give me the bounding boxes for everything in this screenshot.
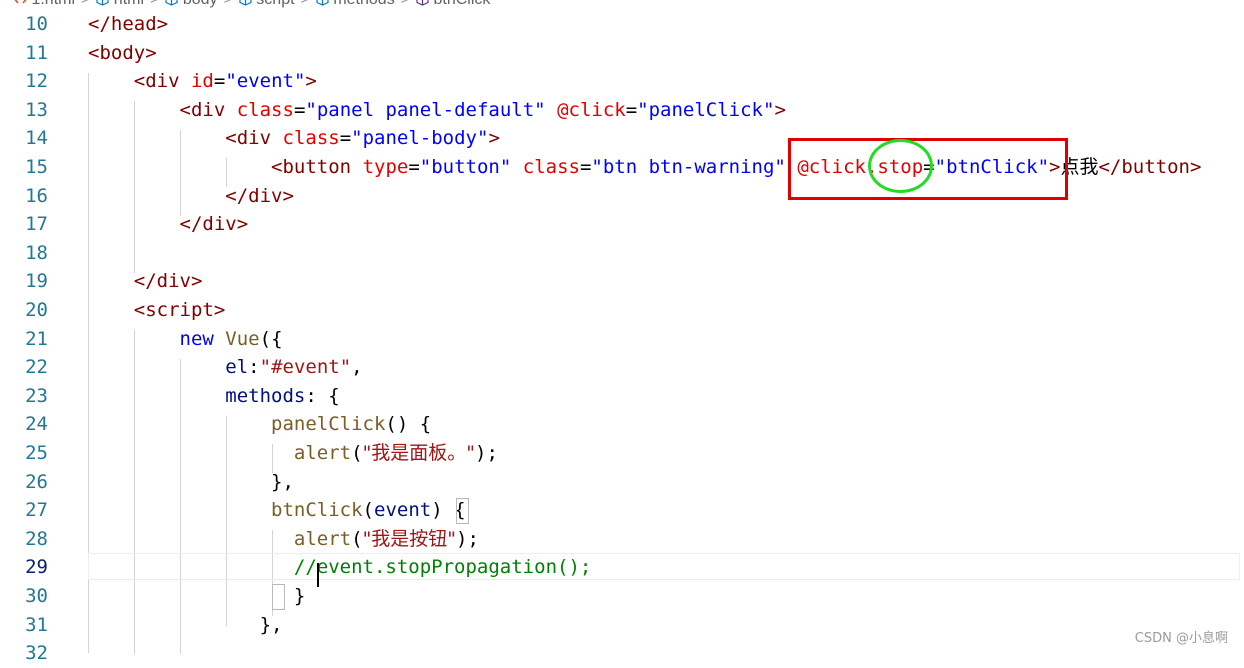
breadcrumb-label: body [178,0,218,8]
line-number: 17 [25,213,48,236]
code-line[interactable]: 21 new Vue({ [0,325,1244,354]
code-text: </head> [88,13,169,35]
code-line[interactable]: 26 }, [0,468,1244,497]
code-text: el:"#event", [225,356,363,379]
html-file-icon [14,0,27,6]
code-line[interactable]: 29 //event.stopPropagation(); [0,553,1244,582]
cube-icon [96,0,109,6]
code-line[interactable]: 11 <body> [0,39,1244,68]
code-line[interactable]: 27 btnClick(event) { [0,496,1244,525]
breadcrumb-label: btnClick [429,0,490,8]
breadcrumb-label: script [252,0,294,8]
line-number: 10 [25,13,48,35]
code-text: panelClick() { [271,413,432,436]
cube-icon [239,0,252,6]
text-cursor [317,563,319,587]
code-line[interactable]: 32 [0,639,1244,668]
code-line[interactable]: 12 <div id="event"> [0,67,1244,96]
line-number: 16 [25,184,48,207]
line-number: 21 [25,327,48,350]
code-line[interactable]: 10 </head> [0,10,1244,39]
method-icon [416,0,429,6]
line-number: 18 [25,241,48,264]
code-text: <body> [88,41,157,64]
breadcrumb-label: 1.html [27,0,75,8]
code-text: alert("我是按钮"); [293,527,479,550]
code-line[interactable]: 20 <script> [0,296,1244,325]
code-text: </div> [179,213,249,236]
breadcrumb-item[interactable]: 1.html [14,0,75,8]
breadcrumb-items: 1.html> html> body> script> methods> btn… [14,0,490,9]
code-text: }, [259,613,283,636]
code-text: alert("我是面板。"); [293,442,498,464]
code-text: new Vue({ [179,327,283,350]
highlight-circle [868,139,933,193]
code-text: }, [271,470,294,493]
breadcrumb-label: html [109,0,144,8]
cube-icon [165,0,178,6]
code-line[interactable]: 23 methods: { [0,382,1244,411]
line-number: 13 [25,98,48,121]
breadcrumb-item[interactable]: script [239,0,295,8]
code-line[interactable]: 17 </div> [0,210,1244,239]
line-number: 12 [25,70,48,93]
line-number: 26 [25,470,48,493]
code-text: //event.stopPropagation(); [293,556,592,579]
line-number: 11 [25,41,48,64]
line-number: 20 [25,299,48,321]
code-line[interactable]: 30 } [0,582,1244,611]
code-text: </div> [225,184,294,207]
chevron-right-icon: > [75,0,96,8]
code-text: <div id="event"> [133,70,317,93]
breadcrumb-item[interactable]: methods [316,0,395,8]
code-line[interactable]: 31 }, [0,611,1244,640]
line-number: 29 [25,556,48,579]
code-line[interactable]: 18 [0,239,1244,268]
watermark: CSDN @小息啊 [1134,631,1228,646]
line-number: 15 [25,156,48,178]
line-number: 30 [25,585,48,607]
breadcrumb-item[interactable]: body [165,0,218,8]
code-editor[interactable]: 10 </head> 11 <body> 12 <div id="event"> 13 <… [0,10,1244,664]
line-number: 31 [25,613,48,636]
code-line[interactable]: 25 alert("我是面板。"); [0,439,1244,468]
chevron-right-icon: > [144,0,165,8]
breadcrumb-item[interactable]: btnClick [416,0,490,8]
code-line[interactable]: 22 el:"#event", [0,353,1244,382]
line-number: 23 [25,384,48,407]
breadcrumb-item[interactable]: html [96,0,144,8]
chevron-right-icon: > [295,0,316,8]
line-number: 22 [25,356,48,379]
code-text: btnClick(event) { [271,499,466,522]
code-text: <div class="panel panel-default" @click=… [179,98,786,121]
code-text: <script> [133,299,226,321]
chevron-right-icon: > [218,0,239,8]
code-line[interactable]: 19 </div> [0,267,1244,296]
bracket-match-close [272,584,285,610]
line-number: 27 [25,499,48,522]
line-number: 14 [25,127,48,150]
code-line[interactable]: 28 alert("我是按钮"); [0,525,1244,554]
code-text: </div> [133,270,203,293]
code-line[interactable]: 24 panelClick() { [0,410,1244,439]
line-number: 32 [25,642,48,665]
line-number: 19 [25,270,48,293]
chevron-right-icon: > [395,0,416,8]
line-number: 28 [25,527,48,550]
code-text: <div class="panel-body"> [225,127,500,150]
bracket-match-open [456,498,469,524]
cube-icon [316,0,329,6]
line-number: 24 [25,413,48,436]
breadcrumb-label: methods [329,0,394,8]
code-line[interactable]: 13 <div class="panel panel-default" @cli… [0,96,1244,125]
code-text: methods: { [225,384,340,407]
line-number: 25 [25,442,48,464]
